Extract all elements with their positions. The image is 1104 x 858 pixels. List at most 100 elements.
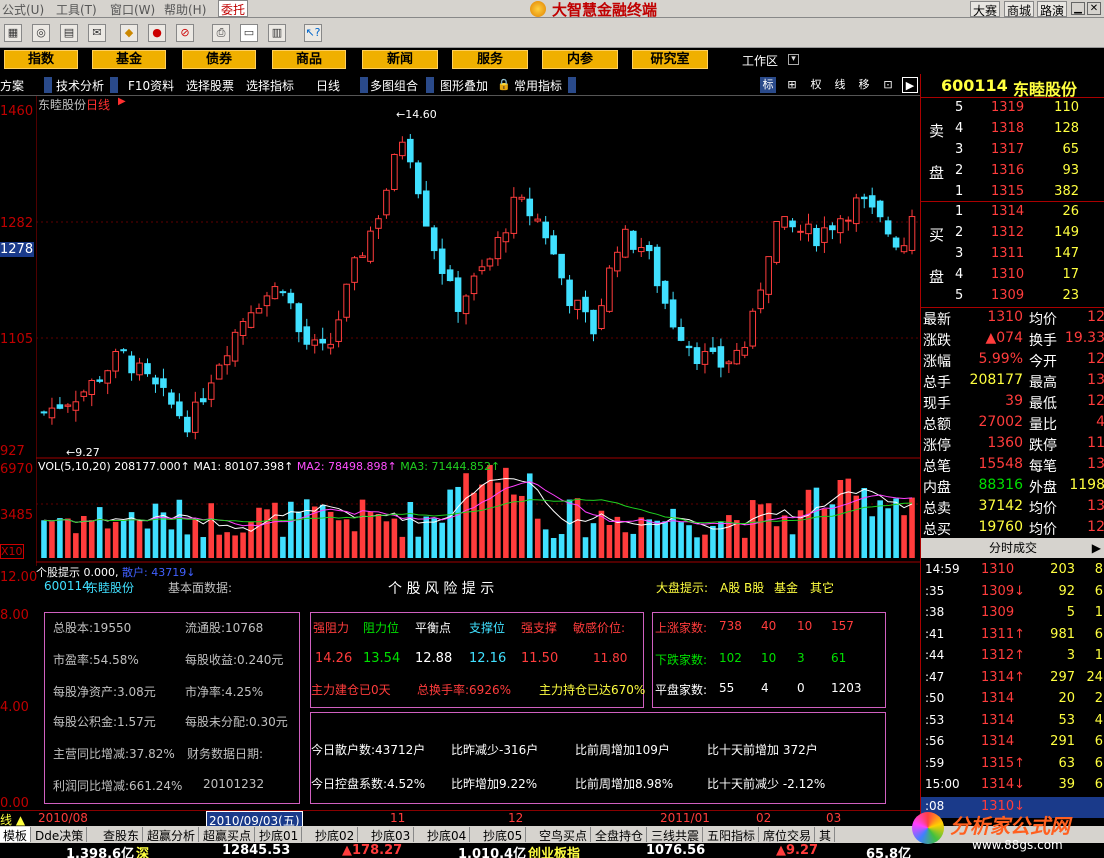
- kline-chart[interactable]: 东睦股份 日线 ▶ ←14.60 ←9.27 VOL(5,10,20) 2081…: [36, 96, 920, 579]
- volume-bar: [757, 504, 764, 558]
- tab-overlay[interactable]: 图形叠加: [440, 77, 488, 94]
- bid-row: 2 1312 149: [921, 223, 1104, 244]
- bottom-tab[interactable]: 模板: [0, 827, 32, 843]
- roadshow-button[interactable]: 路演: [1037, 1, 1068, 18]
- ab-shares-link[interactable]: A股 B股: [720, 579, 764, 596]
- dropdown-icon[interactable]: [360, 77, 368, 93]
- rights-icon[interactable]: 权: [808, 77, 824, 93]
- tab-common-indicators[interactable]: 常用指标: [514, 77, 562, 94]
- stat-label: 涨停: [923, 438, 951, 454]
- nav-service-button[interactable]: 服务: [452, 50, 528, 69]
- bottom-tab[interactable]: 抄底04: [424, 827, 471, 843]
- tab-multi-chart[interactable]: 多图组合: [370, 77, 418, 94]
- bottom-tab[interactable]: 抄底02: [312, 827, 359, 843]
- nav-fund-button[interactable]: 基金: [92, 50, 166, 69]
- stop-icon[interactable]: ●: [148, 24, 166, 42]
- nav-index-button[interactable]: 指数: [4, 50, 78, 69]
- bottom-tab[interactable]: 其: [816, 827, 836, 843]
- books-icon[interactable]: ▥: [268, 24, 286, 42]
- volume-bar: [447, 489, 453, 558]
- nav-research-button[interactable]: 研究室: [632, 50, 708, 69]
- workarea-label[interactable]: 工作区: [742, 52, 778, 69]
- bottom-tab[interactable]: 超赢买点: [200, 827, 256, 843]
- bottom-tab[interactable]: 五阳指标: [704, 827, 760, 843]
- stat-label: 涨幅: [923, 354, 951, 370]
- bid-price: 1312: [991, 225, 1025, 240]
- menu-window[interactable]: 窗口(W): [110, 1, 155, 18]
- mark-icon[interactable]: 标: [760, 77, 776, 93]
- window-icon[interactable]: ⊡: [880, 77, 896, 93]
- status-item: 1,010.4亿: [458, 847, 527, 858]
- bottom-tab[interactable]: 席位交易: [760, 827, 816, 843]
- candle-body: [757, 289, 764, 310]
- tab-select-stock[interactable]: 选择股票: [186, 77, 234, 94]
- bottom-tab[interactable]: 全盘持仓: [592, 827, 648, 843]
- vol-scale-label: X10: [0, 544, 24, 559]
- nav-news-button[interactable]: 新闻: [362, 50, 438, 69]
- nav-insider-button[interactable]: 内参: [542, 50, 618, 69]
- quote-panel: 600114 东睦股份 卖 盘 5 1319 110 4 1318 128 3 1317 65 2…: [920, 74, 1104, 828]
- dropdown-icon[interactable]: [110, 77, 118, 93]
- bottom-tab[interactable]: 查股东: [100, 827, 144, 843]
- dropdown-icon[interactable]: [44, 77, 52, 93]
- bottom-tab[interactable]: 抄底01: [256, 827, 303, 843]
- tab-f10[interactable]: F10资料: [128, 77, 174, 94]
- close-icon[interactable]: ✕: [1087, 2, 1101, 15]
- candle-body: [478, 266, 486, 272]
- no-icon[interactable]: ⊘: [176, 24, 194, 42]
- tab-select-indicator[interactable]: 选择指标: [246, 77, 294, 94]
- page-icon[interactable]: ▭: [240, 24, 258, 42]
- binoculars-icon[interactable]: ◎: [32, 24, 50, 42]
- candle-body: [56, 404, 64, 409]
- candle-body: [741, 346, 749, 356]
- mail-icon[interactable]: ✉: [88, 24, 106, 42]
- bottom-tab[interactable]: 三线共震: [648, 827, 704, 843]
- nav-bond-button[interactable]: 债券: [182, 50, 256, 69]
- fin-item: 主营同比增减:37.82%: [53, 747, 175, 761]
- vol-header: VOL(5,10,20) 208177.000↑ MA1: 80107.398↑…: [38, 460, 501, 473]
- nav-commodity-button[interactable]: 商品: [272, 50, 346, 69]
- tab-technical[interactable]: 技术分析: [56, 77, 104, 94]
- grid-icon[interactable]: ▦: [4, 24, 22, 42]
- fin-item: 每股收益:0.240元: [185, 653, 284, 667]
- mall-button[interactable]: 商城: [1004, 1, 1035, 18]
- volume-bar: [582, 537, 589, 558]
- help-arrow-icon[interactable]: ↖?: [304, 24, 322, 42]
- stat-value: 12: [1087, 309, 1104, 325]
- tab-plan[interactable]: 方案: [0, 77, 24, 94]
- volume-bar: [773, 526, 780, 558]
- ticks-title-bar[interactable]: 分时成交 ▶: [921, 538, 1104, 558]
- line-icon[interactable]: 线: [832, 77, 848, 93]
- bottom-tab[interactable]: Dde决策: [32, 827, 88, 843]
- status-item: 1,398.6亿: [66, 847, 135, 858]
- other-link[interactable]: 其它: [810, 579, 834, 596]
- candle-body: [152, 377, 159, 385]
- crosshair-icon[interactable]: ⊞: [784, 77, 800, 93]
- contest-button[interactable]: 大赛: [970, 1, 1001, 18]
- next-icon[interactable]: ▶: [902, 77, 918, 93]
- tab-daily[interactable]: 日线: [316, 77, 340, 94]
- candle-body: [884, 220, 892, 235]
- fund-link[interactable]: 基金: [774, 579, 798, 596]
- entrust-button[interactable]: 委托: [218, 0, 249, 17]
- printer-icon[interactable]: ⎙: [212, 24, 230, 42]
- bottom-tab[interactable]: 超赢分析: [144, 827, 200, 843]
- bottom-tab[interactable]: 抄底03: [368, 827, 415, 843]
- move-icon[interactable]: 移: [856, 77, 872, 93]
- status-item: ▲178.27: [342, 843, 403, 858]
- minimize-icon[interactable]: ▁: [1071, 2, 1085, 15]
- dropdown-icon[interactable]: [568, 77, 576, 93]
- diamond-icon[interactable]: ◆: [120, 24, 138, 42]
- menu-formula[interactable]: 公式(U): [2, 1, 44, 18]
- bottom-tab[interactable]: 空鸟买点: [536, 827, 592, 843]
- stat-value: 13: [1087, 372, 1104, 388]
- bottom-tab[interactable]: 抄底05: [480, 827, 527, 843]
- workarea-toggle-icon[interactable]: ▾: [788, 54, 799, 65]
- dropdown-icon[interactable]: [426, 77, 434, 93]
- chart-icon[interactable]: ▤: [60, 24, 78, 42]
- menu-tools[interactable]: 工具(T): [56, 1, 97, 18]
- menu-help[interactable]: 帮助(H): [164, 1, 206, 18]
- volume-bar: [694, 537, 700, 558]
- lock-icon[interactable]: 🔒: [496, 77, 512, 93]
- expand-icon[interactable]: ▶: [1092, 538, 1101, 558]
